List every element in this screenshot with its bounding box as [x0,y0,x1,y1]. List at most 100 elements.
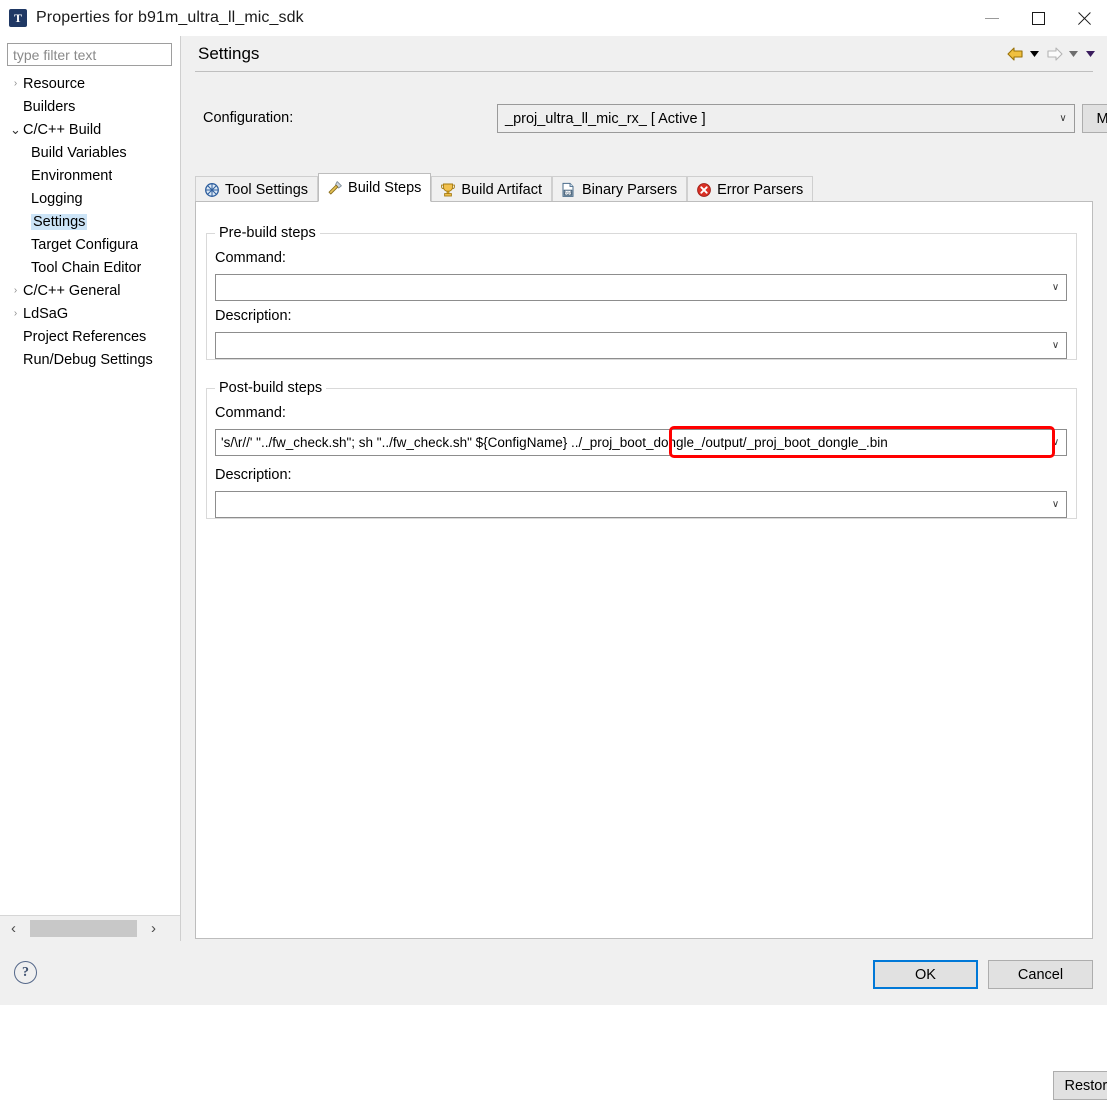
maximize-icon [1032,12,1045,25]
page-menu-caret-icon[interactable] [1082,45,1099,63]
sidebar-item-run-debug-settings[interactable]: Run/Debug Settings [0,348,181,371]
post-build-group-title: Post-build steps [215,380,326,396]
restore-defaults-label: Restore Defaults [1064,1078,1107,1094]
tab-build-steps[interactable]: Build Steps [318,173,431,202]
tab-binary-parsers[interactable]: 010 Binary Parsers [552,176,687,202]
ok-button[interactable]: OK [873,960,978,989]
scroll-thumb[interactable] [30,920,137,937]
cancel-button[interactable]: Cancel [988,960,1093,989]
chevron-down-icon[interactable]: ∨ [1045,499,1066,510]
page-navigation [1004,45,1099,63]
sidebar-item-label: Target Configura [31,237,138,253]
sidebar-item-label: Project References [23,329,146,345]
settings-tabstrip: Tool Settings Build Steps Build Artifact 01… [195,174,1093,202]
close-icon [1076,10,1092,26]
back-arrow-icon[interactable] [1004,45,1026,63]
chevron-right-icon[interactable]: › [8,308,23,319]
tab-error-parsers[interactable]: Error Parsers [687,176,813,202]
filter-input[interactable]: type filter text [7,43,172,66]
tab-label: Build Steps [348,180,421,196]
svg-text:010: 010 [565,191,573,196]
sidebar-item-label: Build Variables [31,145,127,161]
header-divider [195,71,1093,72]
sidebar-item-label: Tool Chain Editor [31,260,141,276]
settings-page-panel: Settings Configu [181,36,1107,941]
window-controls [969,0,1107,36]
forward-dropdown-caret-icon[interactable] [1065,45,1082,63]
post-build-steps-group: Post-build steps Command: 's/\r//' "../f… [206,388,1077,519]
post-build-command-label: Command: [215,405,286,421]
sidebar-item-label: Builders [23,99,75,115]
window-title: Properties for b91m_ultra_ll_mic_sdk [36,9,304,27]
help-icon[interactable]: ? [14,961,37,984]
post-build-command-value: 's/\r//' "../fw_check.sh"; sh "../fw_che… [216,435,1045,450]
tree-horizontal-scrollbar[interactable]: ‹ › [0,915,180,941]
restore-defaults-button[interactable]: Restore Defaults [1053,1071,1107,1100]
configuration-combo[interactable]: _proj_ultra_ll_mic_rx_ [ Active ] ∨ [497,104,1075,133]
sidebar-item-label: Resource [23,76,85,92]
configuration-label: Configuration: [203,110,293,126]
manage-configurations-button[interactable]: Manage Configurations... [1082,104,1107,133]
sidebar-item-c-c-build[interactable]: ⌄C/C++ Build [0,118,181,141]
tab-label: Tool Settings [225,182,308,198]
post-build-command-input[interactable]: 's/\r//' "../fw_check.sh"; sh "../fw_che… [215,429,1067,456]
window-titlebar: T Properties for b91m_ultra_ll_mic_sdk [0,0,1107,36]
build-steps-icon [326,179,343,196]
build-steps-tab-panel: Pre-build steps Command: ∨ Description: … [195,201,1093,939]
settings-tree: ›ResourceBuilders⌄C/C++ BuildBuild Varia… [0,72,181,371]
pre-build-command-input[interactable]: ∨ [215,274,1067,301]
sidebar-item-label: C/C++ Build [23,122,101,138]
back-dropdown-caret-icon[interactable] [1026,45,1043,63]
chevron-right-icon[interactable]: › [8,78,23,89]
pre-build-group-title: Pre-build steps [215,225,320,241]
chevron-right-icon[interactable]: › [8,285,23,296]
chevron-down-icon[interactable]: ∨ [1045,340,1066,351]
sidebar-item-ldsag[interactable]: ›LdSaG [0,302,181,325]
pre-build-steps-group: Pre-build steps Command: ∨ Description: … [206,233,1077,360]
sidebar-item-target-configura[interactable]: Target Configura [0,233,181,256]
minimize-button[interactable] [969,0,1015,36]
sidebar-item-build-variables[interactable]: Build Variables [0,141,181,164]
build-artifact-icon [439,181,456,198]
scroll-right-button[interactable]: › [140,916,167,942]
sidebar-item-resource[interactable]: ›Resource [0,72,181,95]
pre-build-description-label: Description: [215,308,292,324]
page-header: Settings [181,36,1107,72]
sidebar-item-label: Settings [31,214,87,230]
minimize-icon [985,18,999,19]
sidebar-item-project-references[interactable]: Project References [0,325,181,348]
close-button[interactable] [1061,0,1107,36]
telink-t-icon: T [9,9,27,27]
sidebar-item-label: C/C++ General [23,283,121,299]
forward-arrow-icon [1043,45,1065,63]
chevron-down-icon: ∨ [1052,113,1074,124]
sidebar-item-c-c-general[interactable]: ›C/C++ General [0,279,181,302]
sidebar-item-settings[interactable]: Settings [0,210,181,233]
sidebar-item-label: Run/Debug Settings [23,352,153,368]
tab-tool-settings[interactable]: Tool Settings [195,176,318,202]
page-title: Settings [198,44,259,64]
tab-label: Build Artifact [461,182,542,198]
tab-label: Error Parsers [717,182,803,198]
sidebar-item-label: Logging [31,191,83,207]
tab-build-artifact[interactable]: Build Artifact [431,176,552,202]
chevron-down-icon[interactable]: ∨ [1045,282,1066,293]
sidebar-item-builders[interactable]: Builders [0,95,181,118]
post-build-description-label: Description: [215,467,292,483]
sidebar-item-tool-chain-editor[interactable]: Tool Chain Editor [0,256,181,279]
configuration-value: _proj_ultra_ll_mic_rx_ [ Active ] [498,111,1052,127]
pre-build-command-label: Command: [215,250,286,266]
sidebar-item-label: LdSaG [23,306,68,322]
chevron-down-icon[interactable]: ∨ [1045,437,1066,448]
tab-label: Binary Parsers [582,182,677,198]
chevron-down-icon[interactable]: ⌄ [8,126,23,134]
sidebar-item-environment[interactable]: Environment [0,164,181,187]
maximize-button[interactable] [1015,0,1061,36]
pre-build-description-input[interactable]: ∨ [215,332,1067,359]
tool-settings-icon [203,181,220,198]
settings-tree-panel: type filter text ›ResourceBuilders⌄C/C++… [0,36,181,941]
scroll-left-button[interactable]: ‹ [0,916,27,942]
post-build-description-input[interactable]: ∨ [215,491,1067,518]
configuration-row: Configuration: _proj_ultra_ll_mic_rx_ [ … [181,104,1107,136]
sidebar-item-logging[interactable]: Logging [0,187,181,210]
